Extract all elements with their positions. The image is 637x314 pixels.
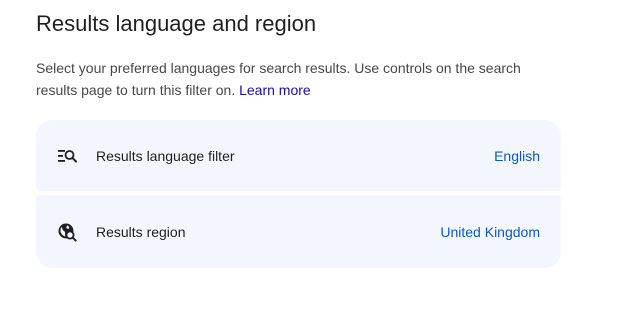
results-region-label: Results region [96,223,186,240]
results-language-filter-value: English [494,147,540,164]
section-title: Results language and region [36,11,317,36]
results-region-value: United Kingdom [440,223,540,240]
results-language-region-section: Results language and region Select your … [0,0,637,314]
section-description: Select your preferred languages for sear… [36,57,536,101]
results-language-filter-label: Results language filter [96,147,235,164]
globe-search-icon [57,222,77,242]
results-language-filter-row[interactable]: Results language filter English [36,120,561,191]
results-region-row[interactable]: Results region United Kingdom [36,195,561,268]
language-filter-icon [57,146,77,166]
learn-more-link[interactable]: Learn more [239,82,311,98]
